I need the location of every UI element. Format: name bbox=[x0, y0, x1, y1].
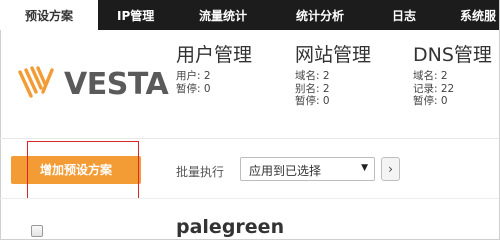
stat-dns-domains: 域名: 2 bbox=[413, 70, 448, 82]
dropdown-arrow-icon: ▼ bbox=[361, 163, 368, 173]
logo-text: VESTA bbox=[64, 67, 169, 102]
bulk-action-label: 批量执行 bbox=[176, 165, 225, 179]
tab-statistics[interactable]: 统计分析 bbox=[296, 0, 344, 30]
row-divider bbox=[0, 198, 500, 199]
stat-users-count: 用户: 2 bbox=[176, 70, 211, 82]
tab-traffic-stats[interactable]: 流量统计 bbox=[199, 0, 247, 30]
stat-web-title[interactable]: 网站管理 bbox=[295, 40, 371, 67]
tab-presets[interactable]: 预设方案 bbox=[0, 0, 98, 30]
bulk-action-selected: 应用到已选择 bbox=[249, 164, 322, 178]
stat-users: 用户管理 用户: 2 暂停: 0 bbox=[176, 40, 252, 95]
top-navigation: 预设方案 IP管理 流量统计 统计分析 日志 系统服 bbox=[0, 0, 500, 30]
row-checkbox[interactable] bbox=[31, 225, 43, 237]
bulk-action-select[interactable]: 应用到已选择 ▼ bbox=[240, 157, 375, 181]
vesta-logo[interactable]: VESTA bbox=[14, 64, 169, 104]
stat-web-domains: 域名: 2 bbox=[295, 70, 330, 82]
stat-dns: DNS管理 域名: 2 记录: 22 暂停: 0 bbox=[413, 40, 492, 108]
tab-logs[interactable]: 日志 bbox=[392, 0, 416, 30]
preset-name[interactable]: palegreen bbox=[176, 216, 284, 238]
tab-system[interactable]: 系统服 bbox=[460, 0, 496, 30]
stat-dns-suspended: 暂停: 0 bbox=[413, 95, 448, 107]
stat-dns-records: 记录: 22 bbox=[413, 82, 455, 95]
vesta-logo-icon bbox=[18, 66, 54, 98]
apply-bulk-button[interactable]: › bbox=[381, 157, 400, 181]
frame-border-left bbox=[0, 0, 1, 240]
tab-ip-management[interactable]: IP管理 bbox=[117, 0, 154, 30]
stat-web-suspended: 暂停: 0 bbox=[295, 95, 330, 107]
stat-users-suspended: 暂停: 0 bbox=[176, 82, 211, 95]
divider bbox=[0, 138, 500, 139]
stat-web-aliases: 别名: 2 bbox=[295, 82, 330, 95]
stat-users-title[interactable]: 用户管理 bbox=[176, 40, 252, 67]
stat-dns-title[interactable]: DNS管理 bbox=[413, 40, 492, 67]
highlight-box bbox=[27, 141, 139, 199]
stat-web: 网站管理 域名: 2 别名: 2 暂停: 0 bbox=[295, 40, 371, 108]
